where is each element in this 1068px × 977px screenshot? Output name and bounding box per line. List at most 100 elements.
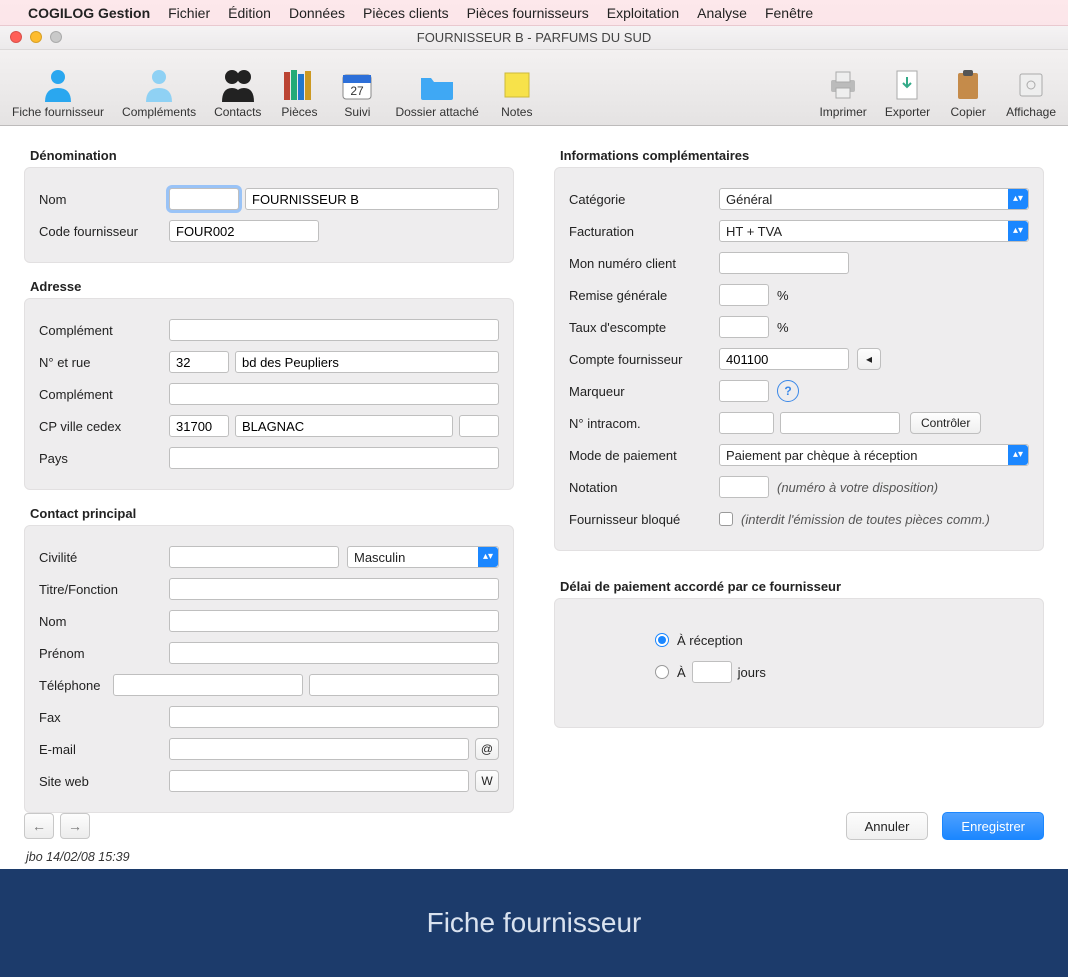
cedex-field[interactable] (459, 415, 499, 437)
menu-donnees[interactable]: Données (289, 5, 345, 21)
code-fournisseur-field[interactable] (169, 220, 319, 242)
num-field[interactable] (169, 351, 229, 373)
calendar-icon: 27 (339, 67, 375, 103)
notation-field[interactable] (719, 476, 769, 498)
adresse-complement2-field[interactable] (169, 383, 499, 405)
people-icon (220, 67, 256, 103)
label-notation: Notation (569, 480, 719, 495)
tab-pieces[interactable]: Pièces (275, 63, 323, 125)
label-jours: jours (738, 665, 766, 680)
menu-fichier[interactable]: Fichier (168, 5, 210, 21)
app-name[interactable]: COGILOG Gestion (28, 5, 150, 21)
tab-dossier-attache[interactable]: Dossier attaché (391, 63, 482, 125)
radio-icon (655, 665, 669, 679)
os-menubar: COGILOG Gestion Fichier Édition Données … (0, 0, 1068, 26)
label-numclient: Mon numéro client (569, 256, 719, 271)
tel1-field[interactable] (113, 674, 303, 696)
toolbar-exporter[interactable]: Exporter (881, 63, 934, 125)
note-icon (499, 67, 535, 103)
escompte-field[interactable] (719, 316, 769, 338)
label-civilite: Civilité (39, 550, 169, 565)
cp-field[interactable] (169, 415, 229, 437)
titre-field[interactable] (169, 578, 499, 600)
label-pct2: % (777, 320, 789, 335)
mode-paiement-select[interactable]: Paiement par chèque à réception▴▾ (719, 444, 1029, 466)
label-compte: Compte fournisseur (569, 352, 719, 367)
compte-field[interactable] (719, 348, 849, 370)
section-infos: Catégorie Général▴▾ Facturation HT + TVA… (554, 167, 1044, 551)
tel2-field[interactable] (309, 674, 499, 696)
menu-edition[interactable]: Édition (228, 5, 271, 21)
tab-contacts[interactable]: Contacts (210, 63, 265, 125)
rue-field[interactable] (235, 351, 499, 373)
tab-fiche-fournisseur[interactable]: Fiche fournisseur (8, 63, 108, 125)
tab-notes[interactable]: Notes (493, 63, 541, 125)
window-titlebar: FOURNISSEUR B - PARFUMS DU SUD (0, 26, 1068, 50)
toolbar-affichage[interactable]: Affichage (1002, 63, 1060, 125)
contact-nom-field[interactable] (169, 610, 499, 632)
books-icon (281, 67, 317, 103)
compte-lookup-button[interactable]: ◂ (857, 348, 881, 370)
delai-jours-field[interactable] (692, 661, 732, 683)
intracom1-field[interactable] (719, 412, 774, 434)
categorie-value: Général (726, 192, 772, 207)
controler-button[interactable]: Contrôler (910, 412, 981, 434)
nom-prefix-field[interactable] (169, 188, 239, 210)
delai-jours-option[interactable]: Àjours (655, 659, 1029, 685)
tab-suivi[interactable]: 27 Suivi (333, 63, 381, 125)
toolbar-copier[interactable]: Copier (944, 63, 992, 125)
web-open-button[interactable]: W (475, 770, 499, 792)
fax-field[interactable] (169, 706, 499, 728)
svg-text:27: 27 (351, 84, 365, 98)
chevron-updown-icon: ▴▾ (1008, 445, 1028, 465)
adresse-complement1-field[interactable] (169, 319, 499, 341)
toolbar-imprimer[interactable]: Imprimer (815, 63, 870, 125)
label-tel: Téléphone (39, 678, 113, 693)
remise-field[interactable] (719, 284, 769, 306)
record-meta: jbo 14/02/08 15:39 (26, 850, 130, 864)
pays-field[interactable] (169, 447, 499, 469)
menu-pieces-fournisseurs[interactable]: Pièces fournisseurs (467, 5, 589, 21)
menu-analyse[interactable]: Analyse (697, 5, 747, 21)
menu-exploitation[interactable]: Exploitation (607, 5, 679, 21)
section-denomination: Nom Code fournisseur (24, 167, 514, 263)
label-email: E-mail (39, 742, 169, 757)
chevron-updown-icon: ▴▾ (1008, 221, 1028, 241)
categorie-select[interactable]: Général▴▾ (719, 188, 1029, 210)
menu-pieces-clients[interactable]: Pièces clients (363, 5, 449, 21)
label-contact-nom: Nom (39, 614, 169, 629)
section-contact: Civilité Masculin▴▾ Titre/Fonction Nom P… (24, 525, 514, 813)
numclient-field[interactable] (719, 252, 849, 274)
bloque-checkbox[interactable] (719, 512, 733, 526)
facturation-select[interactable]: HT + TVA▴▾ (719, 220, 1029, 242)
label-pct: % (777, 288, 789, 303)
marqueur-field[interactable] (719, 380, 769, 402)
window-close-button[interactable] (10, 31, 22, 43)
printer-icon (825, 67, 861, 103)
label-cp: CP ville cedex (39, 419, 169, 434)
intracom2-field[interactable] (780, 412, 900, 434)
delai-reception-option[interactable]: À réception (655, 627, 1029, 653)
email-at-button[interactable]: @ (475, 738, 499, 760)
tab-complements[interactable]: Compléments (118, 63, 200, 125)
window-zoom-button[interactable] (50, 31, 62, 43)
prev-record-button[interactable]: ← (24, 813, 54, 839)
nom-field[interactable] (245, 188, 499, 210)
label-remise: Remise générale (569, 288, 719, 303)
enregistrer-button[interactable]: Enregistrer (942, 812, 1044, 840)
email-field[interactable] (169, 738, 469, 760)
marqueur-help-button[interactable]: ? (777, 380, 799, 402)
civilite-field[interactable] (169, 546, 339, 568)
radio-icon (655, 633, 669, 647)
prenom-field[interactable] (169, 642, 499, 664)
annuler-button[interactable]: Annuler (846, 812, 929, 840)
label-escompte: Taux d'escompte (569, 320, 719, 335)
ville-field[interactable] (235, 415, 453, 437)
genre-select[interactable]: Masculin▴▾ (347, 546, 499, 568)
window-minimize-button[interactable] (30, 31, 42, 43)
menu-fenetre[interactable]: Fenêtre (765, 5, 813, 21)
next-record-button[interactable]: → (60, 813, 90, 839)
window-title: FOURNISSEUR B - PARFUMS DU SUD (417, 30, 652, 45)
web-field[interactable] (169, 770, 469, 792)
caption-banner: Fiche fournisseur (0, 869, 1068, 977)
